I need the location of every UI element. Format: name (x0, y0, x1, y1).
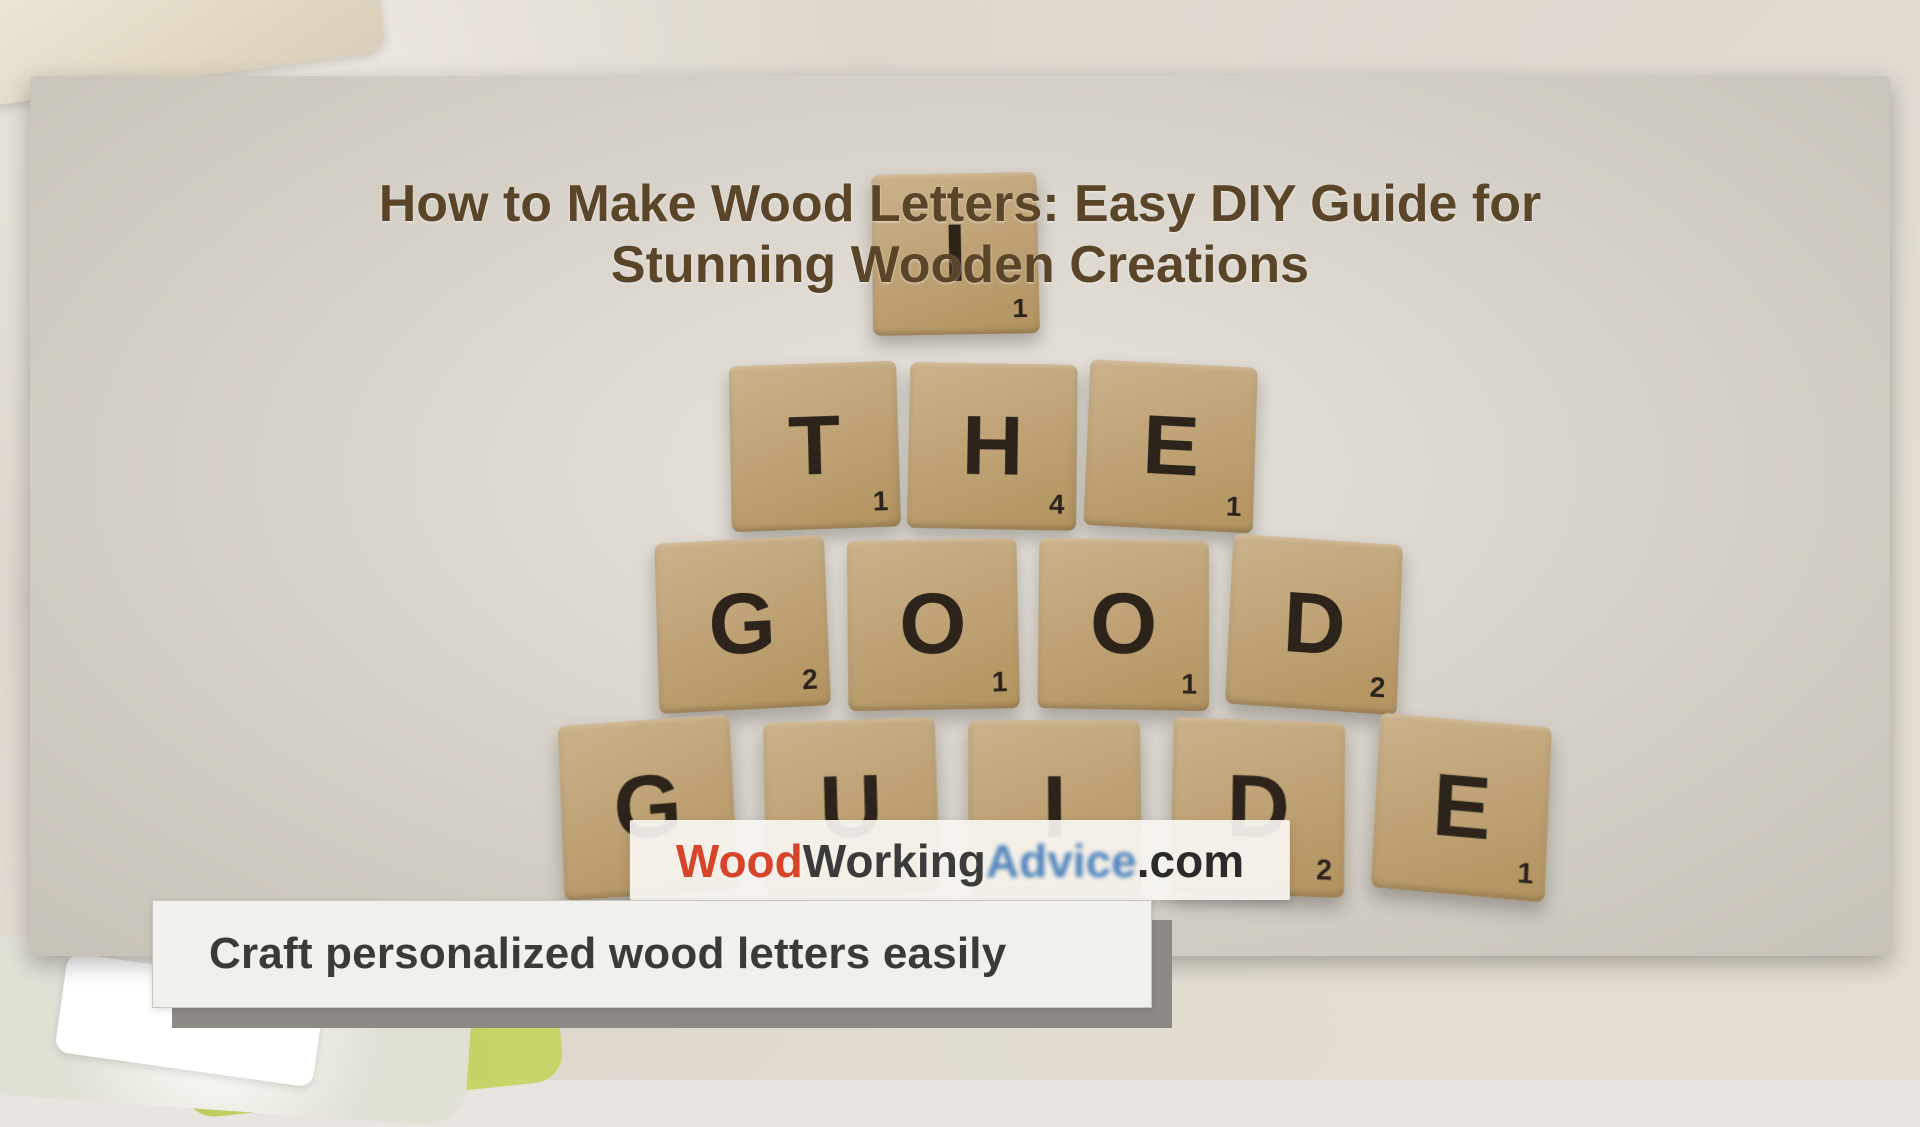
watermark-box: WoodWorkingAdvice.com (630, 820, 1290, 900)
tile-O: O 1 (847, 538, 1020, 711)
tile-E2: E 1 (1370, 712, 1552, 902)
caption-text: Craft personalized wood letters easily (209, 929, 1006, 979)
title-line-2: Stunning Wooden Creations (379, 235, 1541, 296)
video-title: How to Make Wood Letters: Easy DIY Guide… (379, 174, 1541, 297)
tile-E: E 1 (1083, 359, 1258, 533)
video-frame[interactable]: I 1 T 1 H 4 E 1 G 2 O 1 O 1 D (30, 76, 1890, 956)
watermark-text: WoodWorkingAdvice.com (676, 835, 1244, 887)
tile-T: T 1 (729, 360, 901, 532)
tile-D: D 2 (1225, 533, 1403, 715)
tile-G: G 2 (654, 535, 831, 714)
tile-H: H 4 (907, 362, 1078, 531)
caption-banner: Craft personalized wood letters easily (152, 900, 1152, 1008)
tile-O2: O 1 (1037, 538, 1209, 711)
title-line-1: How to Make Wood Letters: Easy DIY Guide… (379, 175, 1541, 233)
